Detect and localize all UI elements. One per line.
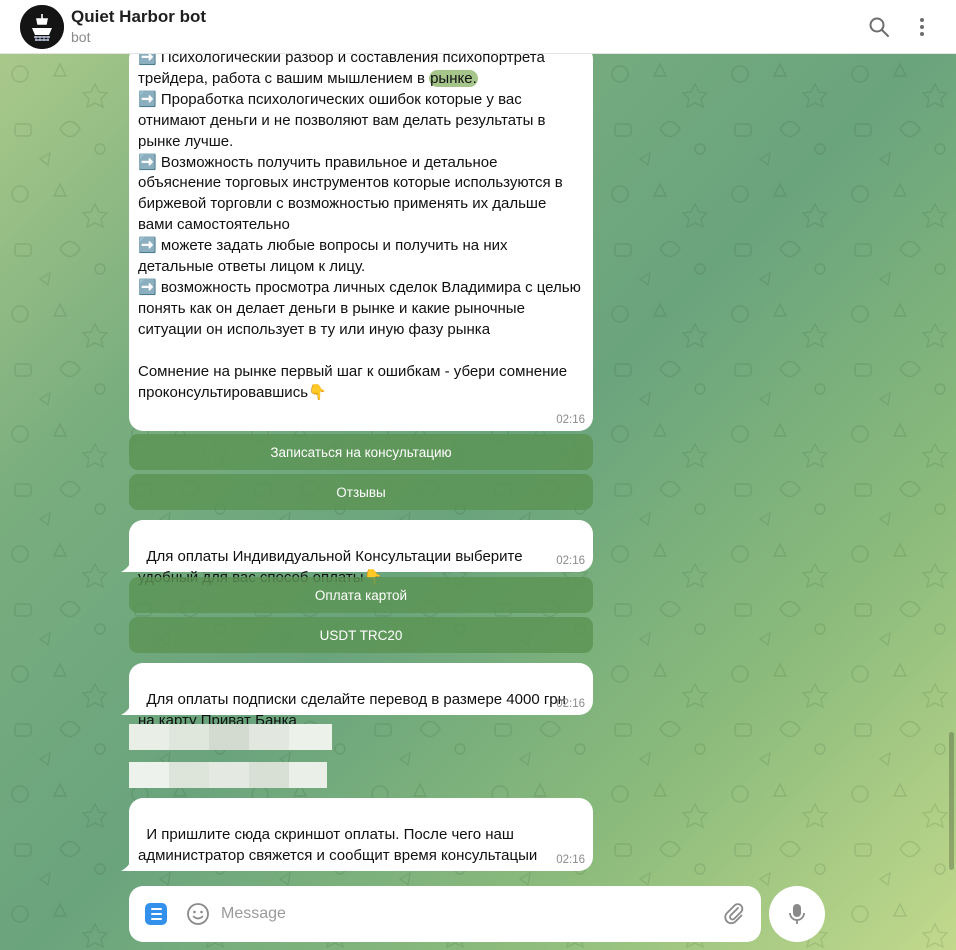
voice-record-button[interactable]	[769, 886, 825, 942]
message-time: 02:16	[556, 854, 585, 866]
message-input[interactable]	[221, 900, 701, 928]
search-button[interactable]	[864, 12, 894, 42]
message-time: 02:16	[556, 414, 585, 426]
redacted-message	[129, 762, 327, 788]
chat-header: Quiet Harbor bot bot	[0, 0, 956, 54]
microphone-icon	[789, 904, 805, 924]
message-composer	[129, 886, 761, 942]
menu-icon	[150, 908, 162, 910]
bot-logo-icon	[20, 5, 64, 49]
pay-card-button[interactable]: Оплата картой	[129, 577, 593, 613]
reviews-button[interactable]: Отзывы	[129, 474, 593, 510]
chat-title[interactable]: Quiet Harbor bot	[71, 7, 206, 27]
redacted-message	[129, 724, 332, 750]
chat-scrollbar[interactable]	[949, 732, 954, 870]
bubble-tail	[121, 558, 133, 572]
message-text: И пришлите сюда скриншот оплаты. После ч…	[138, 825, 538, 864]
message-text-part: ➡️ Психологический разбор и составления …	[138, 49, 549, 87]
emoji-icon	[187, 903, 209, 925]
avatar[interactable]	[20, 5, 64, 49]
bot-menu-button[interactable]	[145, 903, 167, 925]
bubble-tail	[121, 857, 133, 871]
attach-button[interactable]	[720, 900, 748, 928]
search-highlight: рынке.	[429, 69, 478, 87]
message-time: 02:16	[556, 555, 585, 567]
message-time: 02:16	[556, 698, 585, 710]
message-bubble[interactable]: И пришлите сюда скриншот оплаты. После ч…	[121, 798, 593, 871]
message-bubble[interactable]: ➡️ Психологический разбор и составления …	[129, 45, 593, 431]
emoji-button[interactable]	[185, 901, 211, 927]
more-vertical-icon	[920, 18, 924, 36]
bubble-tail	[121, 701, 133, 715]
message-bubble[interactable]: Для оплаты Индивидуальной Консультации в…	[121, 520, 593, 586]
chat-subtitle: bot	[71, 29, 91, 45]
search-icon	[869, 17, 889, 37]
consult-signup-button[interactable]: Записаться на консультацию	[129, 434, 593, 470]
paperclip-icon	[724, 903, 744, 925]
more-button[interactable]	[907, 12, 937, 42]
message-text-part: ➡️ Проработка психологических ошибок кот…	[138, 90, 581, 401]
message-bubble[interactable]: Для оплаты подписки сделайте перевод в р…	[121, 663, 593, 729]
pay-usdt-button[interactable]: USDT TRC20	[129, 617, 593, 653]
